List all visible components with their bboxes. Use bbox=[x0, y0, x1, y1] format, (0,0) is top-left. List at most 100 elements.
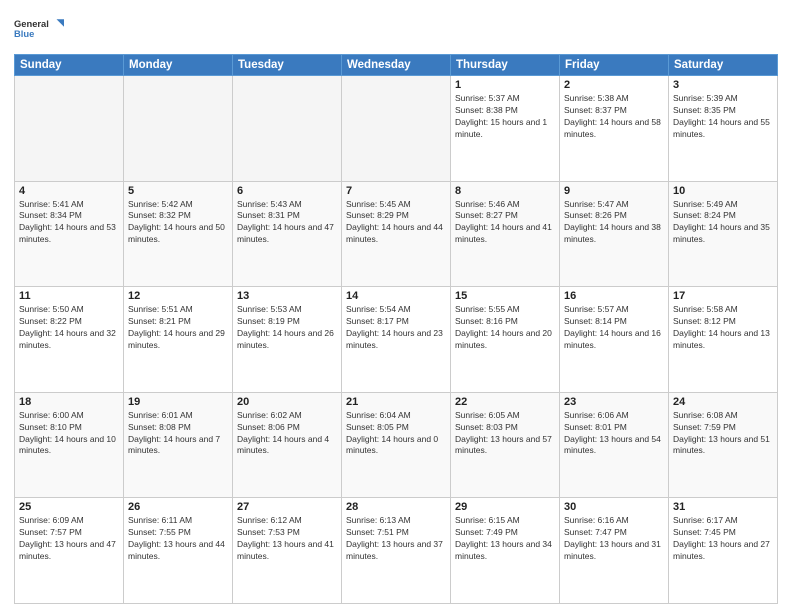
day-cell-12: 12 Sunrise: 5:51 AM Sunset: 8:21 PM Dayl… bbox=[124, 287, 233, 393]
day-cell-20: 20 Sunrise: 6:02 AM Sunset: 8:06 PM Dayl… bbox=[233, 392, 342, 498]
day-number: 1 bbox=[455, 79, 555, 91]
day-number: 30 bbox=[564, 501, 664, 513]
day-cell-21: 21 Sunrise: 6:04 AM Sunset: 8:05 PM Dayl… bbox=[342, 392, 451, 498]
week-row-4: 18 Sunrise: 6:00 AM Sunset: 8:10 PM Dayl… bbox=[15, 392, 778, 498]
day-cell-5: 5 Sunrise: 5:42 AM Sunset: 8:32 PM Dayli… bbox=[124, 181, 233, 287]
day-number: 28 bbox=[346, 501, 446, 513]
day-info: Sunrise: 6:13 AM Sunset: 7:51 PM Dayligh… bbox=[346, 515, 446, 563]
day-number: 5 bbox=[128, 185, 228, 197]
day-number: 27 bbox=[237, 501, 337, 513]
day-cell-26: 26 Sunrise: 6:11 AM Sunset: 7:55 PM Dayl… bbox=[124, 498, 233, 604]
day-number: 11 bbox=[19, 290, 119, 302]
day-cell-25: 25 Sunrise: 6:09 AM Sunset: 7:57 PM Dayl… bbox=[15, 498, 124, 604]
day-info: Sunrise: 6:17 AM Sunset: 7:45 PM Dayligh… bbox=[673, 515, 773, 563]
day-cell-4: 4 Sunrise: 5:41 AM Sunset: 8:34 PM Dayli… bbox=[15, 181, 124, 287]
day-cell-empty-0-0 bbox=[15, 76, 124, 182]
day-info: Sunrise: 6:15 AM Sunset: 7:49 PM Dayligh… bbox=[455, 515, 555, 563]
day-cell-16: 16 Sunrise: 5:57 AM Sunset: 8:14 PM Dayl… bbox=[560, 287, 669, 393]
day-cell-10: 10 Sunrise: 5:49 AM Sunset: 8:24 PM Dayl… bbox=[669, 181, 778, 287]
day-info: Sunrise: 5:57 AM Sunset: 8:14 PM Dayligh… bbox=[564, 304, 664, 352]
day-info: Sunrise: 5:45 AM Sunset: 8:29 PM Dayligh… bbox=[346, 199, 446, 247]
day-number: 12 bbox=[128, 290, 228, 302]
day-cell-29: 29 Sunrise: 6:15 AM Sunset: 7:49 PM Dayl… bbox=[451, 498, 560, 604]
day-number: 2 bbox=[564, 79, 664, 91]
day-info: Sunrise: 6:11 AM Sunset: 7:55 PM Dayligh… bbox=[128, 515, 228, 563]
day-cell-24: 24 Sunrise: 6:08 AM Sunset: 7:59 PM Dayl… bbox=[669, 392, 778, 498]
day-cell-23: 23 Sunrise: 6:06 AM Sunset: 8:01 PM Dayl… bbox=[560, 392, 669, 498]
day-info: Sunrise: 5:46 AM Sunset: 8:27 PM Dayligh… bbox=[455, 199, 555, 247]
day-number: 24 bbox=[673, 396, 773, 408]
col-header-thursday: Thursday bbox=[451, 55, 560, 76]
day-cell-17: 17 Sunrise: 5:58 AM Sunset: 8:12 PM Dayl… bbox=[669, 287, 778, 393]
day-info: Sunrise: 6:06 AM Sunset: 8:01 PM Dayligh… bbox=[564, 410, 664, 458]
day-cell-15: 15 Sunrise: 5:55 AM Sunset: 8:16 PM Dayl… bbox=[451, 287, 560, 393]
day-info: Sunrise: 5:50 AM Sunset: 8:22 PM Dayligh… bbox=[19, 304, 119, 352]
day-info: Sunrise: 6:12 AM Sunset: 7:53 PM Dayligh… bbox=[237, 515, 337, 563]
day-number: 21 bbox=[346, 396, 446, 408]
svg-text:General: General bbox=[14, 19, 49, 29]
day-cell-28: 28 Sunrise: 6:13 AM Sunset: 7:51 PM Dayl… bbox=[342, 498, 451, 604]
day-info: Sunrise: 5:39 AM Sunset: 8:35 PM Dayligh… bbox=[673, 93, 773, 141]
day-number: 18 bbox=[19, 396, 119, 408]
day-cell-30: 30 Sunrise: 6:16 AM Sunset: 7:47 PM Dayl… bbox=[560, 498, 669, 604]
day-cell-empty-0-1 bbox=[124, 76, 233, 182]
day-info: Sunrise: 6:01 AM Sunset: 8:08 PM Dayligh… bbox=[128, 410, 228, 458]
day-cell-8: 8 Sunrise: 5:46 AM Sunset: 8:27 PM Dayli… bbox=[451, 181, 560, 287]
day-cell-empty-0-2 bbox=[233, 76, 342, 182]
logo: General Blue bbox=[14, 10, 64, 46]
day-number: 29 bbox=[455, 501, 555, 513]
day-number: 6 bbox=[237, 185, 337, 197]
day-info: Sunrise: 6:04 AM Sunset: 8:05 PM Dayligh… bbox=[346, 410, 446, 458]
day-cell-18: 18 Sunrise: 6:00 AM Sunset: 8:10 PM Dayl… bbox=[15, 392, 124, 498]
header: General Blue bbox=[14, 10, 778, 46]
day-cell-31: 31 Sunrise: 6:17 AM Sunset: 7:45 PM Dayl… bbox=[669, 498, 778, 604]
col-header-saturday: Saturday bbox=[669, 55, 778, 76]
day-cell-11: 11 Sunrise: 5:50 AM Sunset: 8:22 PM Dayl… bbox=[15, 287, 124, 393]
col-header-sunday: Sunday bbox=[15, 55, 124, 76]
day-number: 25 bbox=[19, 501, 119, 513]
day-cell-3: 3 Sunrise: 5:39 AM Sunset: 8:35 PM Dayli… bbox=[669, 76, 778, 182]
day-info: Sunrise: 6:05 AM Sunset: 8:03 PM Dayligh… bbox=[455, 410, 555, 458]
day-number: 3 bbox=[673, 79, 773, 91]
day-info: Sunrise: 5:43 AM Sunset: 8:31 PM Dayligh… bbox=[237, 199, 337, 247]
day-info: Sunrise: 5:37 AM Sunset: 8:38 PM Dayligh… bbox=[455, 93, 555, 141]
day-number: 26 bbox=[128, 501, 228, 513]
day-cell-empty-0-3 bbox=[342, 76, 451, 182]
day-info: Sunrise: 6:02 AM Sunset: 8:06 PM Dayligh… bbox=[237, 410, 337, 458]
week-row-1: 1 Sunrise: 5:37 AM Sunset: 8:38 PM Dayli… bbox=[15, 76, 778, 182]
day-cell-1: 1 Sunrise: 5:37 AM Sunset: 8:38 PM Dayli… bbox=[451, 76, 560, 182]
day-number: 15 bbox=[455, 290, 555, 302]
day-info: Sunrise: 6:16 AM Sunset: 7:47 PM Dayligh… bbox=[564, 515, 664, 563]
day-info: Sunrise: 5:54 AM Sunset: 8:17 PM Dayligh… bbox=[346, 304, 446, 352]
day-number: 8 bbox=[455, 185, 555, 197]
day-number: 10 bbox=[673, 185, 773, 197]
day-cell-19: 19 Sunrise: 6:01 AM Sunset: 8:08 PM Dayl… bbox=[124, 392, 233, 498]
day-cell-9: 9 Sunrise: 5:47 AM Sunset: 8:26 PM Dayli… bbox=[560, 181, 669, 287]
day-cell-27: 27 Sunrise: 6:12 AM Sunset: 7:53 PM Dayl… bbox=[233, 498, 342, 604]
day-number: 7 bbox=[346, 185, 446, 197]
day-number: 4 bbox=[19, 185, 119, 197]
day-info: Sunrise: 5:47 AM Sunset: 8:26 PM Dayligh… bbox=[564, 199, 664, 247]
day-number: 23 bbox=[564, 396, 664, 408]
week-row-2: 4 Sunrise: 5:41 AM Sunset: 8:34 PM Dayli… bbox=[15, 181, 778, 287]
day-info: Sunrise: 6:08 AM Sunset: 7:59 PM Dayligh… bbox=[673, 410, 773, 458]
day-info: Sunrise: 5:51 AM Sunset: 8:21 PM Dayligh… bbox=[128, 304, 228, 352]
col-header-tuesday: Tuesday bbox=[233, 55, 342, 76]
svg-text:Blue: Blue bbox=[14, 29, 34, 39]
day-info: Sunrise: 6:00 AM Sunset: 8:10 PM Dayligh… bbox=[19, 410, 119, 458]
col-header-friday: Friday bbox=[560, 55, 669, 76]
day-info: Sunrise: 5:42 AM Sunset: 8:32 PM Dayligh… bbox=[128, 199, 228, 247]
logo-svg: General Blue bbox=[14, 10, 64, 46]
day-cell-22: 22 Sunrise: 6:05 AM Sunset: 8:03 PM Dayl… bbox=[451, 392, 560, 498]
week-row-5: 25 Sunrise: 6:09 AM Sunset: 7:57 PM Dayl… bbox=[15, 498, 778, 604]
day-number: 17 bbox=[673, 290, 773, 302]
col-header-wednesday: Wednesday bbox=[342, 55, 451, 76]
day-number: 20 bbox=[237, 396, 337, 408]
day-number: 22 bbox=[455, 396, 555, 408]
day-number: 31 bbox=[673, 501, 773, 513]
week-row-3: 11 Sunrise: 5:50 AM Sunset: 8:22 PM Dayl… bbox=[15, 287, 778, 393]
page: General Blue SundayMondayTuesdayWednesda… bbox=[0, 0, 792, 612]
day-info: Sunrise: 5:53 AM Sunset: 8:19 PM Dayligh… bbox=[237, 304, 337, 352]
day-cell-14: 14 Sunrise: 5:54 AM Sunset: 8:17 PM Dayl… bbox=[342, 287, 451, 393]
day-number: 19 bbox=[128, 396, 228, 408]
